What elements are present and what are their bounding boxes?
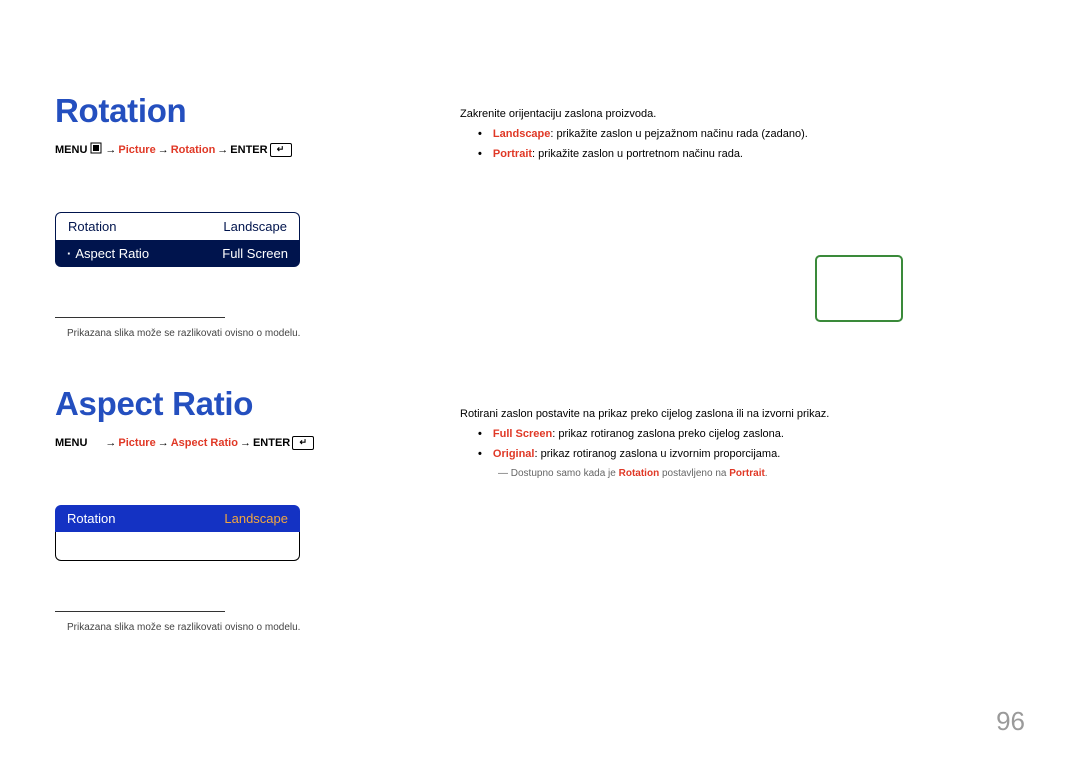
option-text: : prikaz rotiranog zaslona preko cijelog… xyxy=(552,428,784,440)
arrow-icon: → xyxy=(240,437,251,449)
option-text: : prikažite zaslon u portretnom načinu r… xyxy=(532,148,743,160)
option-full-screen: Full Screen: prikaz rotiranog zaslona pr… xyxy=(478,428,1020,440)
menu-row-label: Rotation xyxy=(67,511,115,526)
menu-seg-aspect-ratio: Aspect Ratio xyxy=(171,437,238,449)
menu-row-aspect-ratio[interactable]: Aspect Ratio Full Screen xyxy=(55,240,300,267)
menu-ui-aspect-ratio: Rotation Landscape xyxy=(55,505,300,561)
desc-main: Zakrenite orijentaciju zaslona proizvoda… xyxy=(460,108,1020,120)
note-suffix: . xyxy=(765,468,768,479)
option-kw: Full Screen xyxy=(493,428,552,440)
option-kw: Portrait xyxy=(493,148,532,160)
menu-row-value: Landscape xyxy=(223,219,287,234)
note-kw: Rotation xyxy=(619,468,660,479)
footnote-rotation: Prikazana slika može se razlikovati ovis… xyxy=(67,328,1025,339)
menu-prefix: MENU xyxy=(55,437,87,449)
separator xyxy=(55,317,225,318)
option-kw: Landscape xyxy=(493,128,550,140)
arrow-icon: → xyxy=(158,144,169,156)
availability-note: ― Dostupno samo kada je Rotation postavl… xyxy=(498,468,1020,479)
menu-row-value: Full Screen xyxy=(222,246,288,261)
menu-suffix: ENTER xyxy=(230,144,267,156)
option-original: Original: prikaz rotiranog zaslona u izv… xyxy=(478,448,1020,460)
enter-icon: ↵ xyxy=(270,143,292,157)
menu-row-label: Aspect Ratio xyxy=(67,246,149,261)
note-prefix: ― Dostupno samo kada je xyxy=(498,468,619,479)
footnote-aspect-ratio: Prikazana slika može se razlikovati ovis… xyxy=(67,622,1025,633)
menu-row-value: Landscape xyxy=(224,511,288,526)
rotation-description: Zakrenite orijentaciju zaslona proizvoda… xyxy=(460,104,1020,160)
arrow-icon: → xyxy=(217,144,228,156)
landscape-illustration-icon xyxy=(815,255,903,322)
note-mid: postavljeno na xyxy=(659,468,729,479)
desc-main: Rotirani zaslon postavite na prikaz prek… xyxy=(460,408,1020,420)
option-landscape: Landscape: prikažite zaslon u pejzažnom … xyxy=(478,128,1020,140)
menu-seg-picture: Picture xyxy=(118,144,155,156)
menu-icon xyxy=(89,435,103,450)
arrow-icon: → xyxy=(158,437,169,449)
arrow-icon: → xyxy=(105,144,116,156)
aspect-ratio-description: Rotirani zaslon postavite na prikaz prek… xyxy=(460,404,1020,479)
page-number: 96 xyxy=(996,706,1025,737)
portrait-illustration-icon xyxy=(938,254,992,324)
option-text: : prikažite zaslon u pejzažnom načinu ra… xyxy=(550,128,807,140)
menu-row-rotation[interactable]: Rotation Landscape xyxy=(55,212,300,240)
separator xyxy=(55,611,225,612)
menu-suffix: ENTER xyxy=(253,437,290,449)
menu-prefix: MENU xyxy=(55,144,87,156)
option-kw: Original xyxy=(493,448,535,460)
menu-row-label: Rotation xyxy=(68,219,116,234)
enter-icon: ↵ xyxy=(292,436,314,450)
menu-seg-rotation: Rotation xyxy=(171,144,216,156)
option-portrait: Portrait: prikažite zaslon u portretnom … xyxy=(478,148,1020,160)
menu-ui-rotation: Rotation Landscape Aspect Ratio Full Scr… xyxy=(55,212,300,267)
note-kw: Portrait xyxy=(729,468,765,479)
menu-row-placeholder xyxy=(55,532,300,561)
option-text: : prikaz rotiranog zaslona u izvornim pr… xyxy=(534,448,780,460)
arrow-icon: → xyxy=(105,437,116,449)
menu-row-rotation-context[interactable]: Rotation Landscape xyxy=(55,505,300,532)
menu-icon xyxy=(89,142,103,157)
menu-seg-picture: Picture xyxy=(118,437,155,449)
